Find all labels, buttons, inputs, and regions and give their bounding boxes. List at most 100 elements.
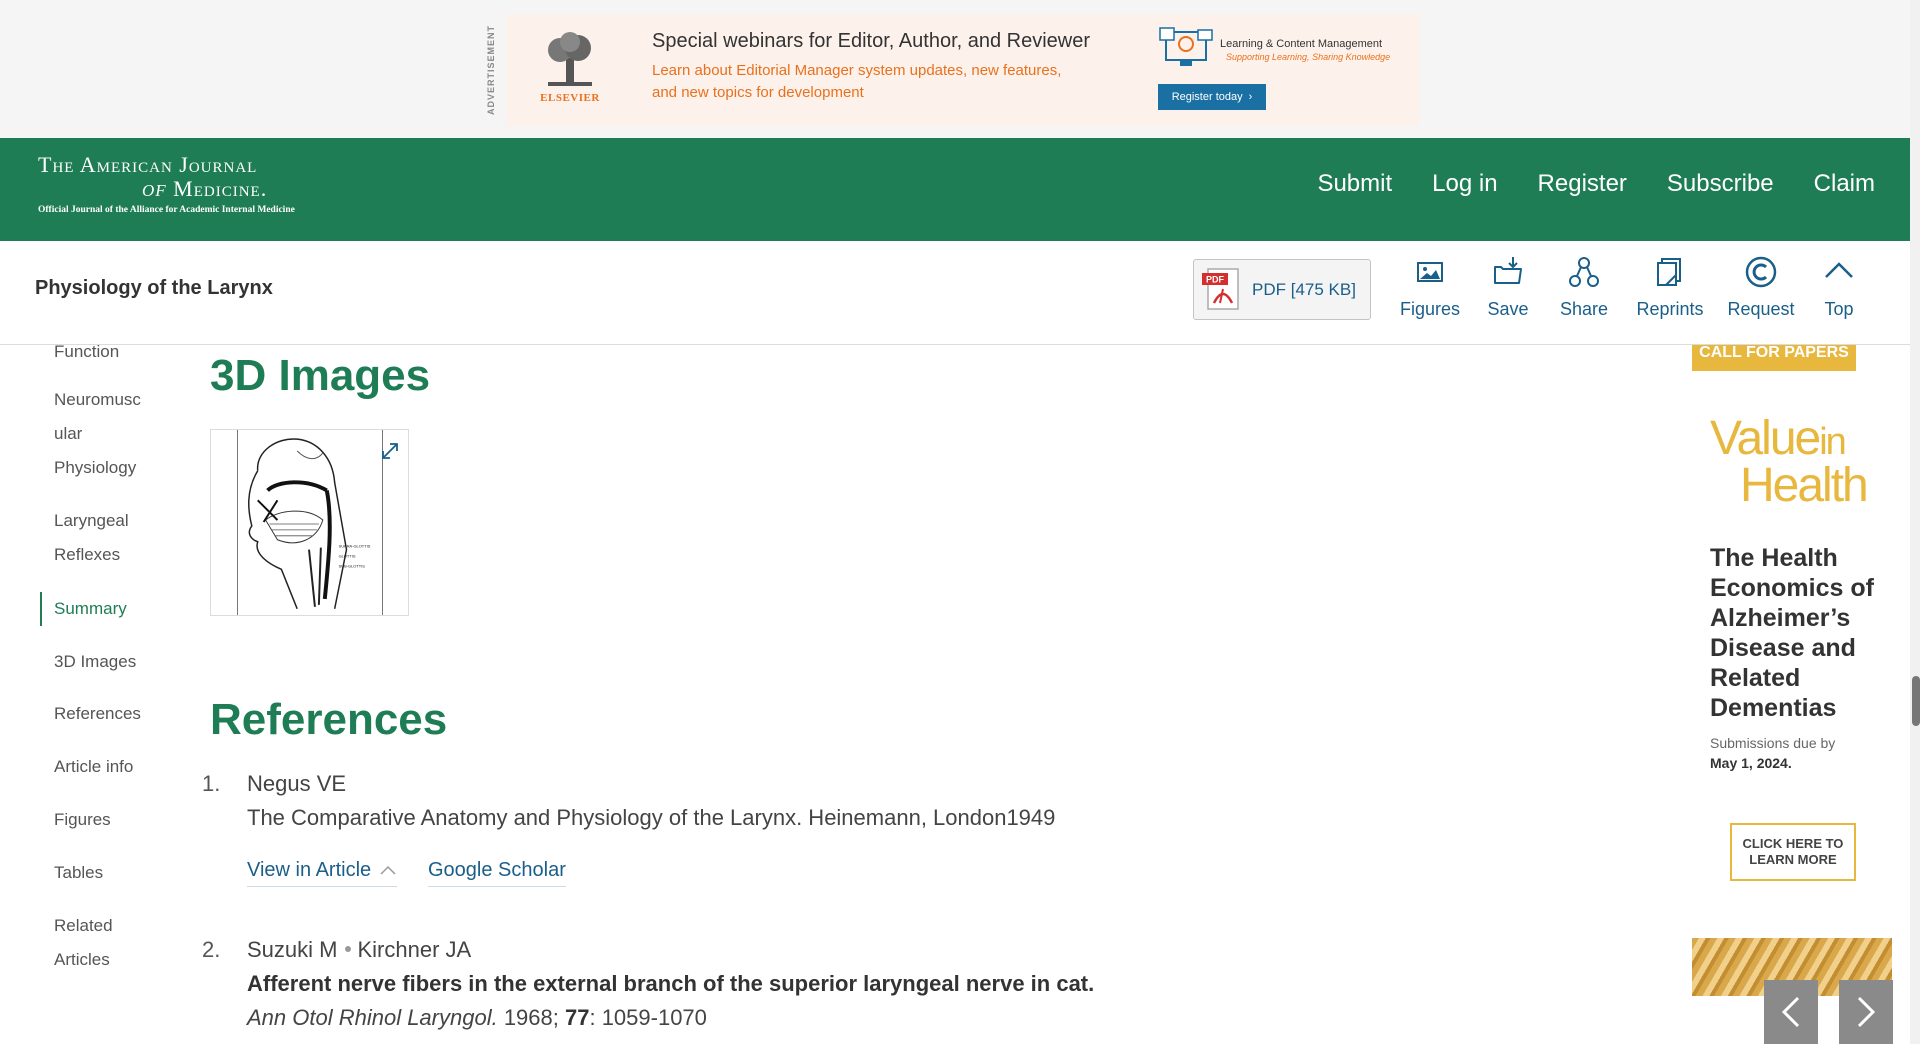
- advertisement-label: ADVERTISEMENT: [486, 25, 496, 116]
- article-title: Physiology of the Larynx: [35, 277, 273, 299]
- top-ad-banner: ADVERTISEMENT ELSEVIER Special webinars …: [0, 0, 1920, 138]
- submission-due-date: May 1, 2024.: [1710, 755, 1792, 771]
- label-subglottis: SUB-GLOTTIS: [339, 563, 366, 568]
- request-button[interactable]: Request: [1718, 255, 1804, 320]
- reference-number: 1.: [202, 771, 221, 796]
- author-name: Kirchner JA: [357, 937, 472, 962]
- logo-line2: of Medicine.: [38, 176, 295, 203]
- article-content: 3D Images SUPRA-GLOTTIS GLOTTIS SUB-GLOT…: [200, 345, 1660, 1044]
- ad-subtitle-line1: Learn about Editorial Manager system upd…: [652, 62, 1062, 79]
- outline-item-neuromuscular-1[interactable]: Neuromusc: [54, 383, 164, 417]
- elsevier-wordmark: ELSEVIER: [540, 92, 600, 104]
- label-supraglottis: SUPRA-GLOTTIS: [339, 544, 371, 549]
- reference-volume: 77: [564, 1005, 590, 1030]
- outline-item-figures[interactable]: Figures: [54, 803, 164, 837]
- reference-authors: Suzuki M Kirchner JA: [247, 937, 471, 963]
- call-for-papers-tab: CALL FOR PAPERS: [1692, 345, 1856, 371]
- scrollbar-thumb[interactable]: [1912, 676, 1920, 726]
- outline-item-neuromuscular-2[interactable]: ular: [54, 417, 164, 451]
- view-in-article-link[interactable]: View in Article: [247, 859, 397, 887]
- nav-submit[interactable]: Submit: [1317, 170, 1392, 198]
- register-today-label: Register today: [1171, 91, 1243, 103]
- nav-login[interactable]: Log in: [1432, 170, 1497, 198]
- monitor-person-icon: [1159, 27, 1213, 66]
- section-heading-3d-images: 3D Images: [210, 351, 431, 400]
- reference-number: 2.: [202, 937, 221, 962]
- nav-subscribe[interactable]: Subscribe: [1667, 170, 1774, 198]
- reference-journal: Ann Otol Rhinol Laryngol.: [247, 1005, 498, 1030]
- chevron-right-icon: [1857, 996, 1876, 1028]
- carousel-prev-button[interactable]: [1764, 980, 1818, 1044]
- outline-item-related-1[interactable]: Related: [54, 909, 164, 943]
- outline-item-tables[interactable]: Tables: [54, 856, 164, 890]
- reprints-icon: [1657, 258, 1681, 286]
- carousel-next-button[interactable]: [1839, 980, 1893, 1044]
- ad-product-title: Learning & Content Management: [1220, 38, 1383, 50]
- reference-year: 1968;: [497, 1005, 565, 1030]
- google-scholar-link[interactable]: Google Scholar: [428, 859, 566, 887]
- outline-item-laryngeal-1[interactable]: Laryngeal: [54, 504, 164, 538]
- reference-text: The Comparative Anatomy and Physiology o…: [247, 805, 1056, 830]
- share-icon: [1569, 257, 1599, 287]
- reprints-label: Reprints: [1636, 299, 1704, 319]
- outline-item-summary[interactable]: Summary: [54, 592, 164, 626]
- figure-thumbnail[interactable]: SUPRA-GLOTTIS GLOTTIS SUB-GLOTTIS: [210, 429, 409, 616]
- logo-of: of: [142, 176, 167, 202]
- nav-register[interactable]: Register: [1538, 170, 1627, 198]
- elsevier-logo: ELSEVIER: [538, 32, 602, 114]
- figures-label: Figures: [1399, 299, 1461, 319]
- share-label: Share: [1559, 299, 1609, 319]
- share-button[interactable]: Share: [1546, 255, 1622, 320]
- folder-save-icon: [1494, 257, 1522, 284]
- outline-item-laryngeal-2[interactable]: Reflexes: [54, 538, 164, 572]
- copyright-icon: [1745, 256, 1777, 288]
- outline-item-neuromuscular-3[interactable]: Physiology: [54, 451, 164, 485]
- outline-item-article-info[interactable]: Article info: [54, 750, 164, 784]
- ad-creative[interactable]: ELSEVIER Special webinars for Editor, Au…: [506, 14, 1420, 126]
- cta-line1: CLICK HERE TO: [1742, 836, 1844, 851]
- outline-item-3d-images[interactable]: 3D Images: [54, 645, 164, 679]
- pdf-icon: PDF: [1202, 267, 1239, 310]
- active-indicator: [40, 592, 42, 626]
- chevron-up-icon: [1825, 262, 1853, 278]
- value-in-health-logo: Valuein Health: [1710, 415, 1869, 512]
- figures-button[interactable]: Figures: [1390, 255, 1470, 320]
- top-button[interactable]: Top: [1804, 255, 1874, 320]
- journal-header: The American Journal of Medicine. Offici…: [0, 138, 1920, 241]
- article-outline-sidebar: Function Neuromusc ular Physiology Laryn…: [40, 345, 170, 1044]
- header-nav: Submit Log in Register Subscribe Claim: [1317, 170, 1875, 198]
- reference-pages: : 1059-1070: [589, 1005, 707, 1030]
- journal-logo[interactable]: The American Journal of Medicine. Offici…: [38, 152, 295, 215]
- page-scrollbar[interactable]: [1910, 0, 1920, 1044]
- reference-citation: Ann Otol Rhinol Laryngol. 1968; 77: 1059…: [247, 1005, 707, 1031]
- section-heading-references: References: [210, 695, 448, 744]
- logo-health: Health: [1740, 459, 1869, 512]
- label-glottis: GLOTTIS: [339, 554, 356, 559]
- outline-item-related-2[interactable]: Articles: [54, 943, 164, 977]
- view-in-article-label: View in Article: [247, 859, 372, 881]
- save-button[interactable]: Save: [1470, 255, 1546, 320]
- nav-claim[interactable]: Claim: [1814, 170, 1875, 198]
- expand-icon[interactable]: [379, 440, 401, 462]
- register-today-button[interactable]: Register today ›: [1158, 84, 1266, 110]
- reference-authors: Negus VE: [247, 771, 347, 796]
- pdf-download-button[interactable]: PDF PDF [475 KB]: [1193, 259, 1371, 320]
- ad-product-tagline: Supporting Learning, Sharing Knowledge: [1226, 52, 1391, 62]
- outline-item-references[interactable]: References: [54, 697, 164, 731]
- logo-in: in: [1819, 421, 1847, 463]
- logo-line1: The American Journal: [38, 152, 258, 177]
- top-label: Top: [1824, 299, 1854, 319]
- logo-medicine: Medicine.: [173, 176, 268, 201]
- outline-item-function[interactable]: Function: [54, 345, 164, 369]
- chevron-right-icon: ›: [1248, 91, 1253, 103]
- author-name: Suzuki M: [247, 937, 338, 962]
- right-sidebar-ad[interactable]: CALL FOR PAPERS Valuein Health The Healt…: [1692, 345, 1892, 1044]
- pdf-label: PDF [475 KB]: [1252, 279, 1356, 299]
- save-label: Save: [1487, 299, 1529, 319]
- reprints-button[interactable]: Reprints: [1622, 255, 1718, 320]
- logo-tagline: Official Journal of the Alliance for Aca…: [38, 205, 295, 215]
- learn-more-button[interactable]: CLICK HERE TO LEARN MORE: [1730, 823, 1856, 881]
- chevron-up-icon: [380, 865, 396, 875]
- reference-title: Afferent nerve fibers in the external br…: [247, 971, 1095, 996]
- author-separator: [345, 946, 352, 953]
